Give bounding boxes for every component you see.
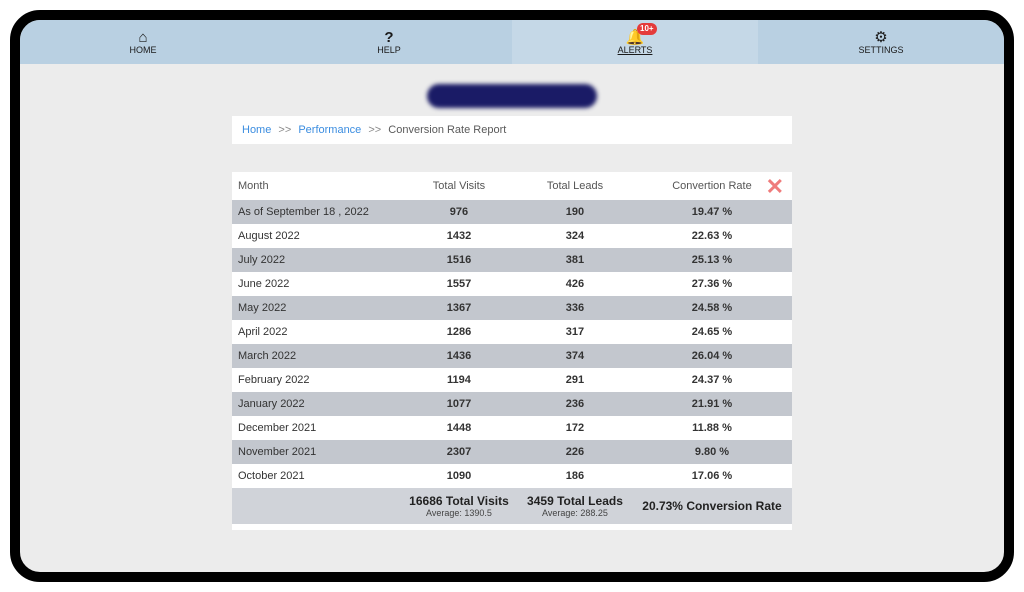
cell-rate: 11.88 %: [632, 416, 792, 440]
table-row: April 2022128631724.65 %: [232, 320, 792, 344]
cell-visits: 1436: [400, 344, 518, 368]
home-icon: ⌂: [138, 30, 147, 45]
cell-month: December 2021: [232, 416, 400, 440]
nav-settings-label: SETTINGS: [858, 45, 903, 55]
cell-month: January 2022: [232, 392, 400, 416]
context-pill[interactable]: [427, 84, 597, 108]
cell-leads: 226: [518, 440, 632, 464]
cell-month: March 2022: [232, 344, 400, 368]
table-row: January 2022107723621.91 %: [232, 392, 792, 416]
table-row: As of September 18 , 202297619019.47 %: [232, 200, 792, 224]
cell-leads: 291: [518, 368, 632, 392]
cell-rate: 24.58 %: [632, 296, 792, 320]
col-visits: Total Visits: [400, 172, 518, 200]
nav-help-label: HELP: [377, 45, 401, 55]
table-footer-row: 16686 Total Visits Average: 1390.5 3459 …: [232, 488, 792, 524]
footer-leads-total: 3459 Total Leads: [524, 494, 626, 508]
table-header-row: Month Total Visits Total Leads Convertio…: [232, 172, 792, 200]
top-nav: ⌂ HOME ? HELP 🔔 10+ ALERTS ⚙ SETTINGS: [20, 20, 1004, 64]
breadcrumb-home[interactable]: Home: [242, 124, 271, 136]
cell-rate: 24.65 %: [632, 320, 792, 344]
cell-leads: 324: [518, 224, 632, 248]
table-row: August 2022143232422.63 %: [232, 224, 792, 248]
col-leads: Total Leads: [518, 172, 632, 200]
cell-visits: 2307: [400, 440, 518, 464]
table-row: June 2022155742627.36 %: [232, 272, 792, 296]
cell-visits: 976: [400, 200, 518, 224]
cell-month: August 2022: [232, 224, 400, 248]
cell-month: October 2021: [232, 464, 400, 488]
table-row: February 2022119429124.37 %: [232, 368, 792, 392]
cell-leads: 317: [518, 320, 632, 344]
help-icon: ?: [384, 30, 393, 45]
cell-leads: 381: [518, 248, 632, 272]
cell-visits: 1516: [400, 248, 518, 272]
cell-rate: 24.37 %: [632, 368, 792, 392]
cell-rate: 9.80 %: [632, 440, 792, 464]
table-row: October 2021109018617.06 %: [232, 464, 792, 488]
cell-visits: 1090: [400, 464, 518, 488]
cell-leads: 426: [518, 272, 632, 296]
cell-month: February 2022: [232, 368, 400, 392]
footer-rate: 20.73% Conversion Rate: [638, 499, 786, 513]
footer-visits-total: 16686 Total Visits: [406, 494, 512, 508]
nav-help[interactable]: ? HELP: [266, 20, 512, 64]
cell-leads: 172: [518, 416, 632, 440]
table-row: November 202123072269.80 %: [232, 440, 792, 464]
cell-visits: 1448: [400, 416, 518, 440]
nav-settings[interactable]: ⚙ SETTINGS: [758, 20, 1004, 64]
nav-home[interactable]: ⌂ HOME: [20, 20, 266, 64]
table-row: December 2021144817211.88 %: [232, 416, 792, 440]
device-frame: ⌂ HOME ? HELP 🔔 10+ ALERTS ⚙ SETTINGS Ho…: [10, 10, 1014, 582]
cell-rate: 26.04 %: [632, 344, 792, 368]
cell-leads: 374: [518, 344, 632, 368]
table-row: March 2022143637426.04 %: [232, 344, 792, 368]
cell-leads: 186: [518, 464, 632, 488]
breadcrumb: Home >> Performance >> Conversion Rate R…: [232, 116, 792, 144]
cell-rate: 17.06 %: [632, 464, 792, 488]
cell-leads: 236: [518, 392, 632, 416]
cell-visits: 1432: [400, 224, 518, 248]
cell-rate: 21.91 %: [632, 392, 792, 416]
context-pill-wrap: [20, 84, 1004, 108]
alerts-badge: 10+: [637, 23, 657, 35]
nav-alerts[interactable]: 🔔 10+ ALERTS: [512, 20, 758, 64]
col-month: Month: [232, 172, 400, 200]
cell-rate: 22.63 %: [632, 224, 792, 248]
breadcrumb-sep: >>: [368, 124, 381, 136]
report-panel: ✕ Month Total Visits Total Leads Convert…: [232, 172, 792, 530]
cell-visits: 1194: [400, 368, 518, 392]
cell-month: June 2022: [232, 272, 400, 296]
cell-visits: 1077: [400, 392, 518, 416]
cell-visits: 1557: [400, 272, 518, 296]
cell-rate: 19.47 %: [632, 200, 792, 224]
cell-month: November 2021: [232, 440, 400, 464]
close-icon[interactable]: ✕: [766, 176, 784, 198]
breadcrumb-sep: >>: [278, 124, 291, 136]
cell-rate: 27.36 %: [632, 272, 792, 296]
footer-leads-avg: Average: 288.25: [524, 508, 626, 518]
cell-leads: 190: [518, 200, 632, 224]
nav-home-label: HOME: [130, 45, 157, 55]
cell-visits: 1367: [400, 296, 518, 320]
cell-visits: 1286: [400, 320, 518, 344]
gear-icon: ⚙: [874, 30, 887, 45]
breadcrumb-current: Conversion Rate Report: [388, 124, 506, 136]
table-row: May 2022136733624.58 %: [232, 296, 792, 320]
conversion-table: Month Total Visits Total Leads Convertio…: [232, 172, 792, 524]
table-row: July 2022151638125.13 %: [232, 248, 792, 272]
footer-visits-avg: Average: 1390.5: [406, 508, 512, 518]
cell-month: As of September 18 , 2022: [232, 200, 400, 224]
cell-month: July 2022: [232, 248, 400, 272]
cell-leads: 336: [518, 296, 632, 320]
cell-rate: 25.13 %: [632, 248, 792, 272]
nav-alerts-label: ALERTS: [618, 45, 653, 55]
breadcrumb-performance[interactable]: Performance: [298, 124, 361, 136]
cell-month: April 2022: [232, 320, 400, 344]
cell-month: May 2022: [232, 296, 400, 320]
